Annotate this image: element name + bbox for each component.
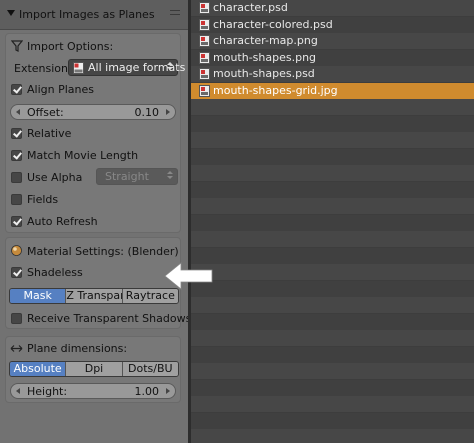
receive-shadows-label: Receive Transparent Shadows xyxy=(27,312,192,325)
empty-row xyxy=(191,363,474,379)
file-list: character.psd character-colored.psd charac… xyxy=(191,0,474,443)
relative-checkbox[interactable] xyxy=(11,128,22,139)
image-file-icon xyxy=(199,84,210,97)
decrement-arrow-icon[interactable] xyxy=(16,109,20,115)
empty-row xyxy=(191,148,474,165)
empty-row xyxy=(191,396,474,412)
increment-arrow-icon[interactable] xyxy=(166,109,170,115)
alpha-mode-value: Straight xyxy=(105,170,149,183)
file-name: mouth-shapes-grid.jpg xyxy=(213,83,338,97)
drag-grip-icon[interactable] xyxy=(170,10,180,20)
offset-field[interactable]: Offset: 0.10 xyxy=(10,104,176,120)
shadeless-checkbox[interactable] xyxy=(11,267,22,278)
empty-row xyxy=(191,297,474,313)
collapse-triangle-icon[interactable] xyxy=(7,10,15,16)
file-name: character-map.png xyxy=(213,34,318,47)
import-panel: Import Images as Planes Import Options: … xyxy=(0,0,191,443)
plane-dimensions-box: Plane dimensions: Absolute Dpi Dots/BU H… xyxy=(5,336,181,403)
mode-dots-bu-button[interactable]: Dots/BU xyxy=(122,362,178,376)
empty-row xyxy=(191,132,474,148)
increment-arrow-icon[interactable] xyxy=(166,388,170,394)
file-row[interactable]: character-colored.psd xyxy=(191,16,474,33)
material-sphere-icon xyxy=(11,245,22,256)
empty-row xyxy=(191,165,474,181)
empty-row xyxy=(191,313,474,330)
mode-mask-button[interactable]: Mask xyxy=(10,289,67,303)
file-name: mouth-shapes.psd xyxy=(213,67,315,80)
import-options-box: Import Options: Extension: All image for… xyxy=(5,33,185,233)
image-file-icon xyxy=(199,2,210,14)
material-settings-heading: Material Settings: (Blender) xyxy=(27,245,179,258)
empty-row xyxy=(191,412,474,429)
extension-dropdown[interactable]: All image formats xyxy=(68,59,185,76)
empty-row xyxy=(191,429,474,443)
mode-dpi-button[interactable]: Dpi xyxy=(66,362,123,376)
empty-row xyxy=(191,181,474,198)
height-field[interactable]: Height: 1.00 xyxy=(10,383,176,399)
mode-absolute-button[interactable]: Absolute xyxy=(10,362,67,376)
resize-arrows-icon xyxy=(10,345,23,352)
align-planes-checkbox[interactable] xyxy=(11,84,22,95)
fields-label: Fields xyxy=(27,193,59,206)
fields-checkbox[interactable] xyxy=(11,194,22,205)
use-alpha-label: Use Alpha xyxy=(27,171,83,184)
image-file-icon xyxy=(199,68,210,80)
file-row[interactable]: mouth-shapes.psd xyxy=(191,66,474,82)
empty-row xyxy=(191,280,474,297)
image-file-icon xyxy=(199,51,210,64)
updown-arrows-icon xyxy=(167,62,173,73)
mode-z-transparency-button[interactable]: Z Transpare… xyxy=(66,289,123,303)
funnel-icon xyxy=(11,40,23,52)
panel-header[interactable]: Import Images as Planes xyxy=(0,0,188,30)
alpha-mode-dropdown[interactable]: Straight xyxy=(96,168,178,185)
height-label: Height: xyxy=(27,385,68,398)
empty-row xyxy=(191,115,474,132)
match-movie-length-label: Match Movie Length xyxy=(27,149,139,162)
empty-row xyxy=(191,214,474,231)
empty-row xyxy=(191,330,474,346)
empty-row xyxy=(191,379,474,396)
image-file-icon xyxy=(199,35,210,47)
mode-raytrace-button[interactable]: Raytrace xyxy=(122,289,178,303)
file-row[interactable]: mouth-shapes.png xyxy=(191,49,474,66)
shadeless-label: Shadeless xyxy=(27,266,83,279)
extension-label: Extension: xyxy=(14,62,72,75)
updown-arrows-icon xyxy=(167,171,173,182)
file-name: mouth-shapes.png xyxy=(213,50,317,64)
image-file-icon xyxy=(199,18,210,31)
empty-row xyxy=(191,198,474,214)
auto-refresh-checkbox[interactable] xyxy=(11,216,22,227)
file-row[interactable]: character-map.png xyxy=(191,33,474,49)
plane-dimensions-heading: Plane dimensions: xyxy=(27,342,128,355)
material-settings-box: Material Settings: (Blender) Shadeless M… xyxy=(5,237,191,329)
image-file-icon xyxy=(73,62,84,74)
white-arrow-annotation xyxy=(164,262,213,290)
empty-row xyxy=(191,231,474,247)
transparency-mode-selector[interactable]: Mask Z Transpare… Raytrace xyxy=(9,288,179,304)
auto-refresh-label: Auto Refresh xyxy=(27,215,98,228)
height-value: 1.00 xyxy=(134,385,160,398)
decrement-arrow-icon[interactable] xyxy=(16,388,20,394)
panel-title: Import Images as Planes xyxy=(19,8,155,21)
dimension-mode-selector[interactable]: Absolute Dpi Dots/BU xyxy=(9,361,179,377)
file-name: character-colored.psd xyxy=(213,17,333,31)
use-alpha-checkbox[interactable] xyxy=(11,172,22,183)
align-planes-label: Align Planes xyxy=(27,83,94,96)
empty-row xyxy=(191,99,474,115)
relative-label: Relative xyxy=(27,127,72,140)
import-options-heading: Import Options: xyxy=(27,40,114,53)
receive-shadows-checkbox[interactable] xyxy=(11,313,22,324)
file-name: character.psd xyxy=(213,1,288,14)
empty-row xyxy=(191,264,474,280)
offset-label: Offset: xyxy=(27,106,64,119)
offset-value: 0.10 xyxy=(134,106,160,119)
file-row[interactable]: character.psd xyxy=(191,0,474,16)
empty-row xyxy=(191,247,474,264)
file-row[interactable]: mouth-shapes-grid.jpg xyxy=(191,82,474,99)
match-movie-length-checkbox[interactable] xyxy=(11,150,22,161)
empty-row xyxy=(191,346,474,363)
